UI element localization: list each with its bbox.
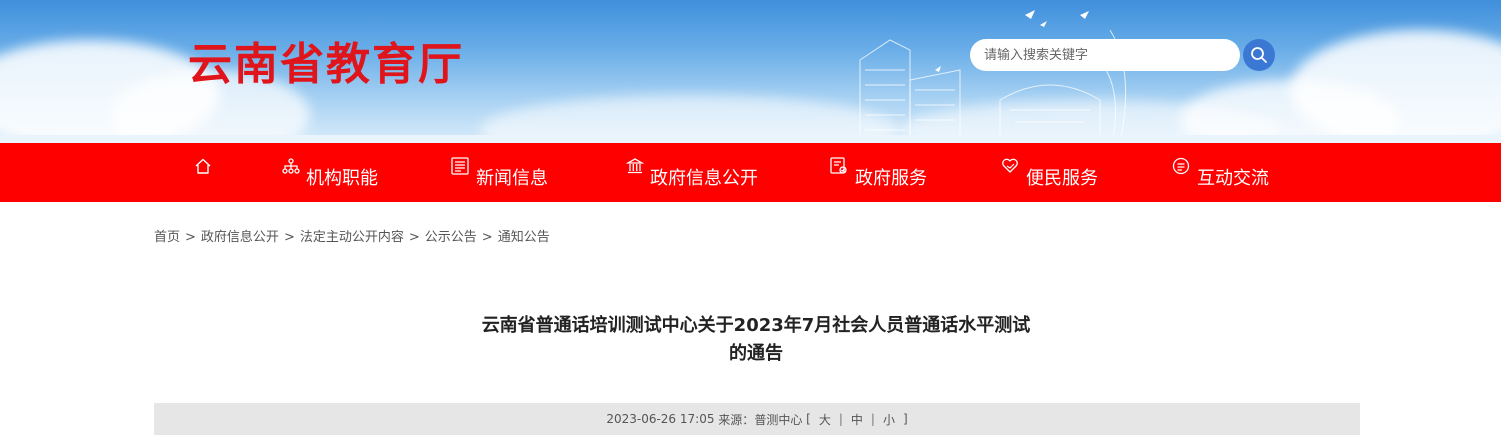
breadcrumb-separator: > [185,230,196,245]
org-chart-icon [282,157,300,174]
font-size-bracket: ] [902,412,908,426]
nav-item-gov-info[interactable]: 政府信息公开 [626,143,758,202]
breadcrumb-separator: > [283,230,295,245]
font-size-large-button[interactable]: 大 [819,411,831,428]
nav-item-news[interactable]: 新闻信息 [450,143,548,202]
breadcrumb-link-home[interactable]: 首页 [154,230,180,245]
site-title[interactable]: 云南省教育厅 [188,28,464,92]
nav-item-public-service[interactable]: 便民服务 [1000,143,1098,202]
font-size-small-button[interactable]: 小 [883,411,895,428]
font-size-medium-button[interactable]: 中 [851,411,863,428]
breadcrumb-link-gov-info[interactable]: 政府信息公开 [201,230,279,245]
nav-item-home[interactable] [194,143,218,202]
search-icon [1251,47,1267,63]
font-size-divider: | [870,412,875,426]
article-meta-bar: 2023-06-26 17:05 来源： 普测中心 [ 大 | 中 | 小 ] [154,403,1360,435]
nav-item-gov-service[interactable]: 政府服务 [829,143,927,202]
breadcrumb-separator: > [481,230,493,245]
font-size-divider: | [838,412,843,426]
banner-skyline-illustration [859,10,1127,143]
nav-item-label: 互动交流 [1197,167,1269,189]
main-nav: 机构职能 新闻信息 政府信息公开 政府服务 便民服务 互动交流 [0,143,1501,202]
service-document-icon [830,156,847,174]
chat-icon [1172,157,1190,174]
search-input[interactable] [970,39,1240,71]
nav-item-label: 机构职能 [306,167,378,189]
article-title: 云南省普通话培训测试中心关于2023年7月社会人员普通话水平测试 的通告 [400,312,1112,368]
nav-item-label: 政府服务 [855,167,927,189]
heart-hand-icon [1002,158,1018,173]
breadcrumb-separator: > [408,230,420,245]
banner-bottom-strip [0,135,1501,143]
breadcrumb-link-statutory[interactable]: 法定主动公开内容 [300,230,404,245]
header-banner: 云南省教育厅 [0,0,1501,143]
nav-item-label: 便民服务 [1026,167,1098,189]
breadcrumb-link-notices[interactable]: 通知公告 [498,230,550,245]
article-title-line: 的通告 [729,343,783,364]
search-button[interactable] [1243,39,1275,71]
nav-item-label: 新闻信息 [476,167,548,189]
home-icon [195,158,211,174]
article-title-line: 云南省普通话培训测试中心关于2023年7月社会人员普通话水平测试 [481,315,1031,336]
news-icon [451,156,469,175]
font-size-bracket: [ [806,412,811,426]
source-value: 普测中心 [754,412,803,427]
nav-item-label: 政府信息公开 [650,167,758,189]
government-building-icon [626,157,644,173]
nav-item-org[interactable]: 机构职能 [282,143,378,202]
publish-datetime: 2023-06-26 17:05 [606,412,715,426]
source-label: 来源： [718,412,755,427]
breadcrumb-link-announcements[interactable]: 公示公告 [425,230,477,245]
nav-item-interaction[interactable]: 互动交流 [1171,143,1269,202]
breadcrumb: 首页 > 政府信息公开 > 法定主动公开内容 > 公示公告 > 通知公告 [154,226,550,245]
